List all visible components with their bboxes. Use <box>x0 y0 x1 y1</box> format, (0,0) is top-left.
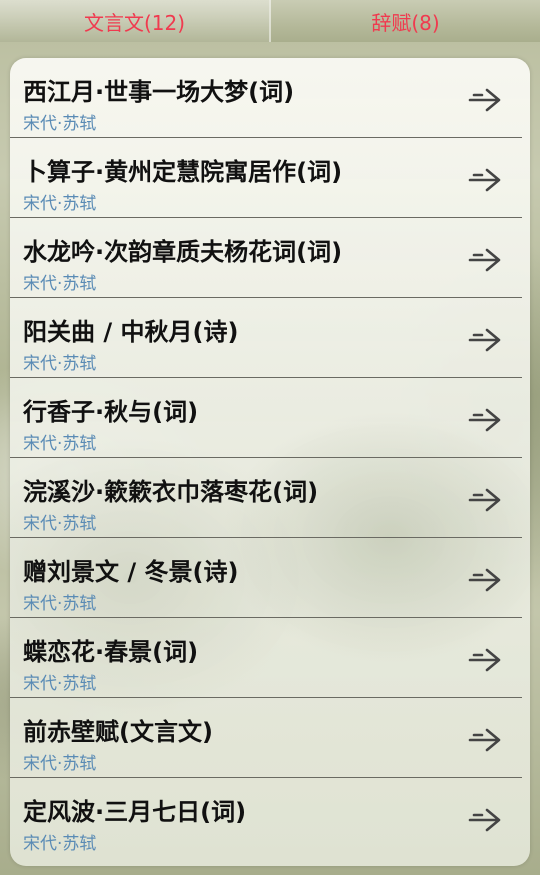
list-item[interactable]: 赠刘景文 / 冬景(诗) 宋代·苏轼 <box>10 538 530 618</box>
list-item[interactable]: 前赤壁赋(文言文) 宋代·苏轼 <box>10 698 530 778</box>
arrow-right-icon <box>468 728 501 752</box>
item-subtitle: 宋代·苏轼 <box>23 114 97 134</box>
list-item[interactable]: 浣溪沙·簌簌衣巾落枣花(词) 宋代·苏轼 <box>10 458 530 538</box>
arrow-right-icon <box>468 168 501 192</box>
arrow-right-icon <box>468 248 501 272</box>
item-title: 水龙吟·次韵章质夫杨花词(词) <box>23 238 343 266</box>
item-subtitle: 宋代·苏轼 <box>23 754 97 774</box>
tab-cifu[interactable]: 辞赋(8) <box>271 0 540 42</box>
item-title: 定风波·三月七日(词) <box>23 798 247 826</box>
list-item[interactable]: 阳关曲 / 中秋月(诗) 宋代·苏轼 <box>10 298 530 378</box>
arrow-right-icon <box>468 88 501 112</box>
arrow-right-icon <box>468 488 501 512</box>
list-item[interactable]: 行香子·秋与(词) 宋代·苏轼 <box>10 378 530 458</box>
item-subtitle: 宋代·苏轼 <box>23 434 97 454</box>
item-title: 前赤壁赋(文言文) <box>23 718 213 746</box>
list-item[interactable]: 西江月·世事一场大梦(词) 宋代·苏轼 <box>10 58 530 138</box>
arrow-right-icon <box>468 808 501 832</box>
item-title: 赠刘景文 / 冬景(诗) <box>23 558 239 586</box>
list-item[interactable]: 蝶恋花·春景(词) 宋代·苏轼 <box>10 618 530 698</box>
item-subtitle: 宋代·苏轼 <box>23 674 97 694</box>
item-subtitle: 宋代·苏轼 <box>23 354 97 374</box>
item-subtitle: 宋代·苏轼 <box>23 194 97 214</box>
poem-list: 西江月·世事一场大梦(词) 宋代·苏轼 卜算子·黄州定慧院寓居作(词) 宋代·苏… <box>10 58 530 866</box>
item-title: 西江月·世事一场大梦(词) <box>23 78 295 106</box>
item-subtitle: 宋代·苏轼 <box>23 514 97 534</box>
list-item[interactable]: 定风波·三月七日(词) 宋代·苏轼 <box>10 778 530 858</box>
item-title: 行香子·秋与(词) <box>23 398 199 426</box>
item-title: 浣溪沙·簌簌衣巾落枣花(词) <box>23 478 319 506</box>
item-title: 卜算子·黄州定慧院寓居作(词) <box>23 158 343 186</box>
item-subtitle: 宋代·苏轼 <box>23 274 97 294</box>
item-title: 阳关曲 / 中秋月(诗) <box>23 318 239 346</box>
list-item[interactable]: 水龙吟·次韵章质夫杨花词(词) 宋代·苏轼 <box>10 218 530 298</box>
arrow-right-icon <box>468 648 501 672</box>
item-title: 蝶恋花·春景(词) <box>23 638 199 666</box>
tab-bar: 文言文(12) 辞赋(8) <box>0 0 540 42</box>
item-subtitle: 宋代·苏轼 <box>23 594 97 614</box>
list-item[interactable]: 卜算子·黄州定慧院寓居作(词) 宋代·苏轼 <box>10 138 530 218</box>
arrow-right-icon <box>468 328 501 352</box>
arrow-right-icon <box>468 408 501 432</box>
tab-wenyanwen[interactable]: 文言文(12) <box>0 0 269 42</box>
item-subtitle: 宋代·苏轼 <box>23 834 97 854</box>
arrow-right-icon <box>468 568 501 592</box>
